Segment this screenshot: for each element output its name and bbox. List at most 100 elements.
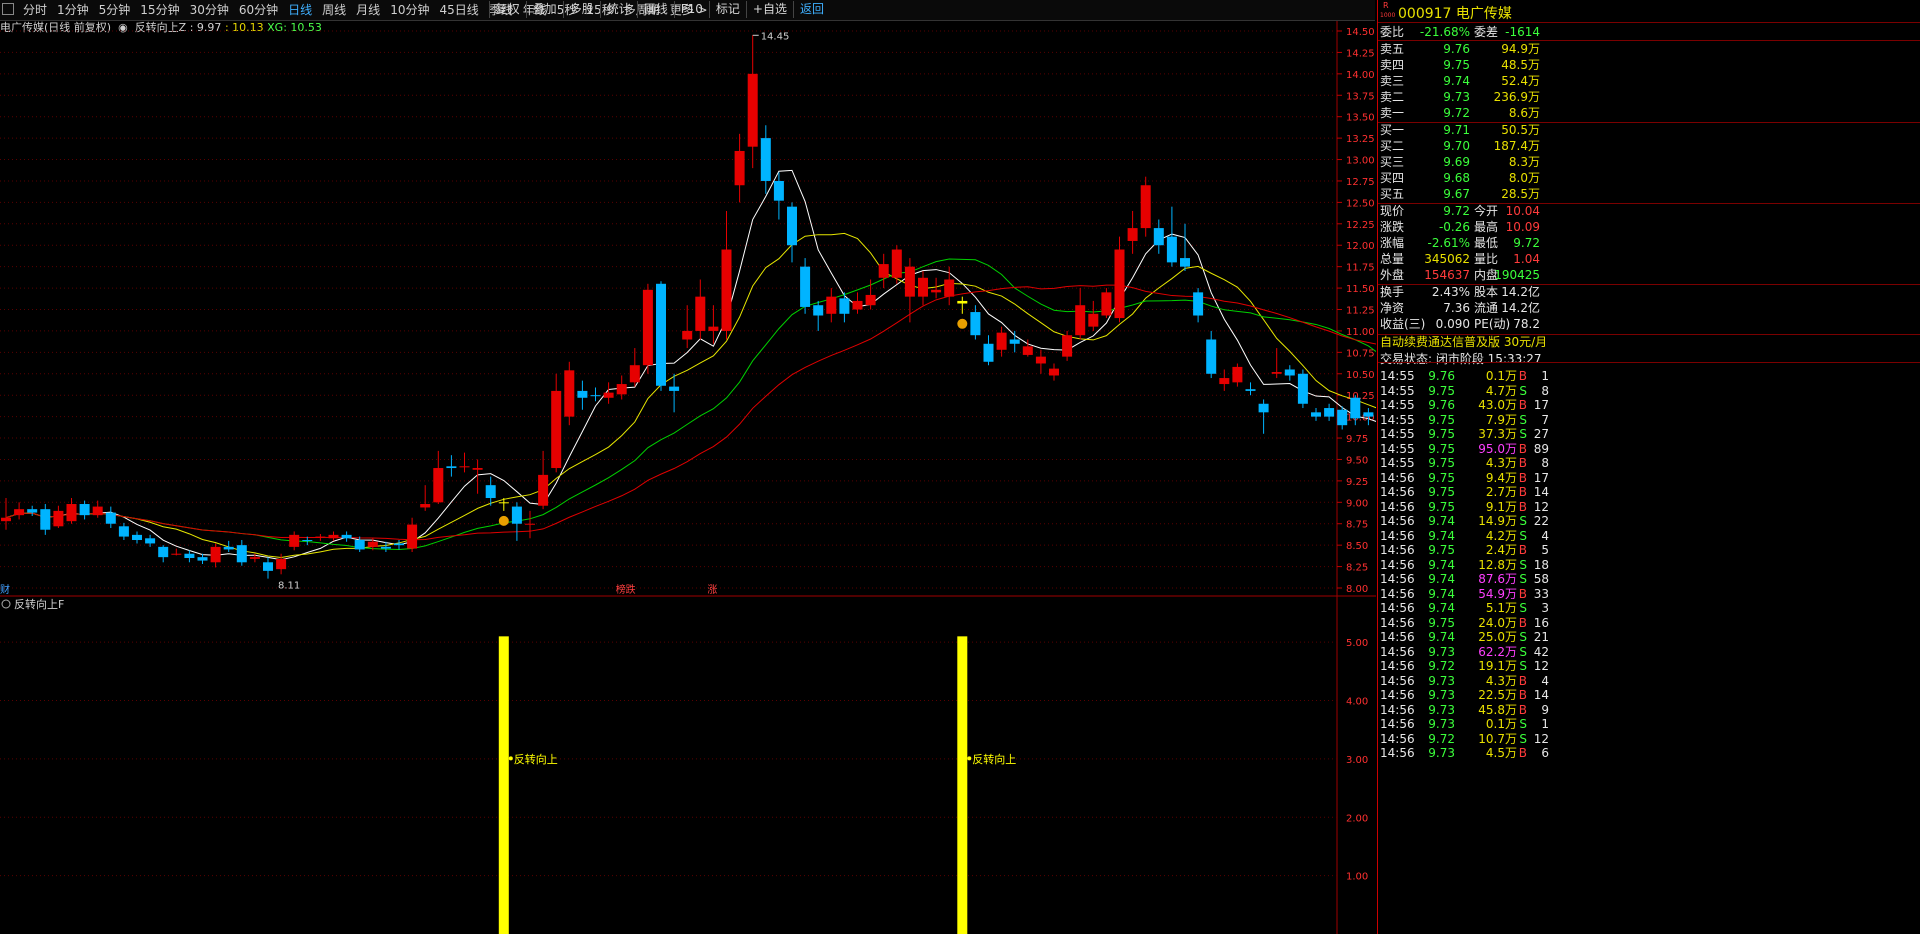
quote-row: 买一 9.71 50.5万 (1378, 122, 1540, 138)
candle-body (171, 553, 182, 555)
candle-body (826, 296, 837, 314)
period-tab[interactable]: 分时 (18, 2, 52, 18)
quote-row: 买四 9.68 8.0万 (1378, 170, 1540, 186)
menu-icon[interactable] (2, 3, 14, 15)
sub-tick: 4.00 (1346, 697, 1368, 708)
candle-body (92, 506, 103, 516)
kline-chart[interactable]: 14.50 14.25 14.00 13.75 13.50 13.25 13.00 12.75… (0, 21, 1376, 934)
candle-body (970, 312, 981, 336)
candle-body (1258, 403, 1269, 413)
quote-row: 卖一 9.72 8.6万 (1378, 105, 1540, 121)
candle-body (695, 296, 706, 331)
tool-button[interactable]: F10 (673, 1, 709, 18)
candle-body (223, 546, 234, 550)
signal-bar (957, 636, 968, 934)
candle-body (66, 504, 77, 522)
tool-button[interactable]: 画线 (636, 1, 674, 18)
tool-button[interactable]: 标记 (708, 1, 746, 18)
stat-label: 量比 (1474, 252, 1499, 266)
period-tab[interactable]: 日线 (283, 2, 317, 18)
quote-row: 委比 -21.68% 委差 -1614 (1378, 24, 1540, 40)
candle-body (1009, 339, 1020, 344)
tool-button[interactable]: 复权 (488, 1, 526, 18)
candle-body (931, 289, 942, 293)
candle-body (1088, 313, 1099, 327)
candle-body (446, 466, 457, 469)
period-tab[interactable]: 周线 (317, 2, 351, 18)
candle-body (249, 557, 260, 559)
tool-button[interactable]: +自选 (745, 1, 793, 18)
candle-body (1140, 185, 1151, 229)
bid-volume: 28.5万 (1501, 187, 1540, 201)
ma10-line (5, 232, 1376, 558)
quote-row: 卖二 9.73 236.9万 (1378, 89, 1540, 105)
candle-body (1022, 346, 1033, 355)
candle-body (367, 541, 378, 547)
candle-body (1245, 389, 1256, 391)
fund-value: 2.43% (1431, 285, 1470, 299)
stat-value: -2.61% (1427, 236, 1470, 250)
ma5-line (5, 169, 1376, 561)
stat-label: 涨幅 (1380, 236, 1405, 250)
candle-body (1324, 408, 1335, 417)
price-tick: 8.75 (1346, 520, 1368, 531)
stat-value: 190425 (1494, 268, 1540, 282)
fund-label: 换手 (1380, 285, 1405, 299)
period-tab[interactable]: 60分钟 (234, 2, 283, 18)
candle-body (1049, 368, 1059, 376)
period-tab[interactable]: 1分钟 (52, 2, 94, 18)
candle-body (158, 546, 169, 558)
tool-button[interactable]: 叠加 (525, 1, 563, 18)
period-tab[interactable]: 5分钟 (94, 2, 136, 18)
fund-value: 0.090 (1435, 317, 1470, 331)
candle-body (747, 73, 758, 147)
period-tab[interactable]: 月线 (351, 2, 385, 18)
candle-body (1337, 409, 1348, 426)
period-tab[interactable]: 30分钟 (185, 2, 234, 18)
candle-body (1363, 412, 1374, 417)
candle-body (1114, 249, 1125, 319)
candle-body (525, 523, 535, 525)
candle-body (1075, 305, 1086, 336)
candle-body (538, 474, 549, 506)
tick-volume: 4.5万 (1485, 746, 1517, 760)
price-tick: 14.25 (1346, 48, 1375, 59)
candle-body (1153, 228, 1164, 246)
candle-body (944, 279, 955, 297)
candle-body (1035, 356, 1046, 364)
stock-code-name[interactable]: 000917 电广传媒 (1398, 3, 1512, 23)
price-tick: 9.75 (1346, 434, 1368, 445)
tick-side: B (1518, 746, 1527, 760)
period-tab[interactable]: 45日线 (434, 2, 483, 18)
candle-body (800, 266, 811, 307)
signal-bar (498, 636, 509, 934)
event-label: 榜跌 (616, 583, 636, 596)
ask-price: 9.72 (1443, 106, 1470, 120)
price-tick: 12.25 (1346, 220, 1375, 231)
candle-body (616, 384, 627, 395)
bid-price: 9.71 (1443, 123, 1470, 137)
price-tick: 8.50 (1346, 541, 1368, 552)
period-tab[interactable]: 10分钟 (385, 2, 434, 18)
price-tick: 11.50 (1346, 284, 1375, 295)
candle-body (603, 392, 614, 398)
tool-button[interactable]: 返回 (792, 1, 830, 18)
candle-body (263, 562, 273, 571)
high-label: 14.45 (761, 31, 790, 42)
candle-body (407, 524, 418, 549)
event-label: 涨 (707, 584, 717, 596)
stat-label: 最低 (1474, 236, 1499, 250)
stat-label: 最高 (1474, 220, 1499, 234)
candle-body (813, 305, 824, 316)
candle-body (511, 506, 522, 524)
fund-value: 14.2亿 (1501, 301, 1540, 315)
candle-body (1350, 397, 1361, 419)
tool-button[interactable]: 多股 (562, 1, 600, 18)
candle-body (459, 466, 470, 468)
candle-body (551, 390, 562, 469)
tool-button[interactable]: 统计 (599, 1, 637, 18)
candle-body (1, 517, 11, 522)
price-tick: 13.25 (1346, 134, 1375, 145)
period-tab[interactable]: 15分钟 (135, 2, 184, 18)
ad-banner[interactable]: 自动续费通达信普及版 30元/月 (1380, 333, 1547, 350)
